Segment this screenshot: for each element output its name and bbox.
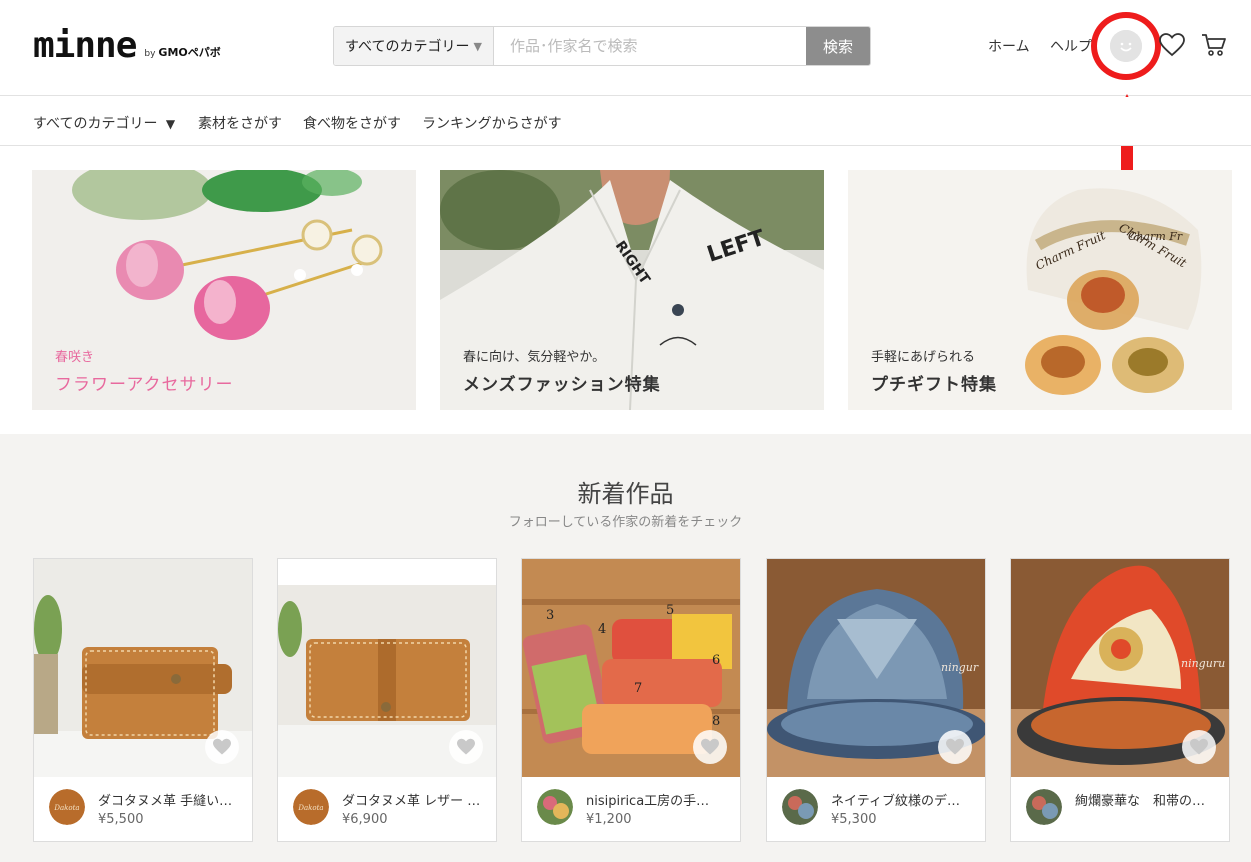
banner-subtitle: 春咲き (55, 350, 95, 365)
dropdown-triangle-icon: ▼ (473, 39, 482, 53)
svg-text:7: 7 (634, 681, 642, 696)
search-input[interactable] (494, 27, 806, 65)
svg-text:Dakota: Dakota (53, 804, 79, 812)
logo-text: minne (33, 25, 137, 66)
search-category-label: すべてのカテゴリー (345, 39, 470, 55)
product-price: ¥1,200 (586, 812, 632, 827)
catbar-materials[interactable]: 素材をさがす (198, 113, 282, 133)
svg-text:3: 3 (546, 608, 554, 623)
favorite-heart-icon[interactable] (1182, 730, 1216, 764)
seller-avatar[interactable] (537, 789, 573, 825)
catbar-all-categories[interactable]: すべてのカテゴリー ▼ (33, 113, 175, 133)
search-bar: すべてのカテゴリー ▼ 検索 (333, 26, 871, 66)
favorite-heart-icon[interactable] (693, 730, 727, 764)
catbar-food[interactable]: 食べ物をさがす (303, 113, 401, 133)
heart-icon[interactable] (1159, 33, 1185, 57)
category-bar: すべてのカテゴリー ▼ 素材をさがす 食べ物をさがす ランキングからさがす (0, 97, 1251, 146)
product-name[interactable]: ダコタヌメ革 手縫い… (98, 790, 238, 809)
svg-text:5: 5 (666, 603, 674, 618)
section-subtitle: フォローしている作家の新着をチェック (508, 515, 743, 530)
header: minne by GMOペパボ すべてのカテゴリー ▼ 検索 ホーム ヘルプ (0, 0, 1251, 96)
svg-text:Dakota: Dakota (297, 804, 323, 812)
product-card[interactable]: ninguru 絢爛豪華な 和帯の… (1010, 558, 1230, 842)
product-name[interactable]: nisipirica工房の手… (586, 790, 726, 809)
seller-avatar[interactable]: Dakota (49, 789, 85, 825)
banner-subtitle: 手軽にあげられる (871, 350, 976, 365)
product-name[interactable]: ダコタヌメ革 レザー … (342, 790, 482, 809)
seller-avatar[interactable]: Dakota (293, 789, 329, 825)
banner-mens-fashion[interactable]: LEFT RIGHT 春に向け、気分軽やか。 メンズファッション特集 (440, 170, 824, 410)
favorite-heart-icon[interactable] (449, 730, 483, 764)
svg-text:6: 6 (712, 653, 720, 668)
seller-avatar[interactable] (1026, 789, 1062, 825)
favorite-heart-icon[interactable] (938, 730, 972, 764)
nav-home-link[interactable]: ホーム (988, 36, 1030, 56)
product-card[interactable]: ningur ネイティブ紋様のデ… ¥5,300 (766, 558, 986, 842)
seller-avatar[interactable] (782, 789, 818, 825)
new-arrivals-section: 新着作品 フォローしている作家の新着をチェック Dakota ダコタヌメ革 手縫… (0, 434, 1251, 862)
logo-company: GMOペパボ (158, 46, 221, 59)
banner-title: フラワーアクセサリー (55, 375, 234, 395)
product-card[interactable]: 3 4 5 6 7 8 nisipirica工房の手… ¥1,200 (521, 558, 741, 842)
product-price: ¥5,500 (98, 812, 144, 827)
section-title: 新着作品 (577, 480, 674, 508)
dropdown-triangle-icon: ▼ (165, 117, 176, 131)
cart-icon[interactable] (1201, 33, 1227, 57)
search-button[interactable]: 検索 (806, 27, 870, 65)
product-price: ¥5,300 (831, 812, 877, 827)
brand-watermark: ningur (941, 661, 979, 674)
banner-subtitle: 春に向け、気分軽やか。 (463, 350, 606, 365)
search-category-select[interactable]: すべてのカテゴリー ▼ (334, 27, 494, 65)
favorite-heart-icon[interactable] (205, 730, 239, 764)
minne-logo[interactable]: minne by GMOペパボ (33, 28, 221, 64)
banner-title: メンズファッション特集 (463, 375, 661, 395)
nav-help-link[interactable]: ヘルプ (1050, 36, 1092, 56)
brand-watermark: ninguru (1181, 657, 1225, 670)
product-name[interactable]: 絢爛豪華な 和帯の… (1075, 790, 1215, 809)
logo-byline: by GMOペパボ (144, 44, 220, 60)
catbar-all-label: すべてのカテゴリー (33, 116, 158, 132)
gift-ribbon-text-3: Charm Fr (1128, 230, 1183, 243)
svg-text:8: 8 (712, 714, 720, 729)
product-card[interactable]: Dakota ダコタヌメ革 レザー … ¥6,900 (277, 558, 497, 842)
product-name[interactable]: ネイティブ紋様のデ… (831, 790, 971, 809)
banner-title: プチギフト特集 (871, 375, 997, 395)
highlight-circle (1091, 12, 1161, 80)
product-card[interactable]: Dakota ダコタヌメ革 手縫い… ¥5,500 (33, 558, 253, 842)
banner-petit-gift[interactable]: Charm Fruit Charm Fruit Charm Fr 手軽にあげられ… (848, 170, 1232, 410)
product-price: ¥6,900 (342, 812, 388, 827)
logo-by: by (144, 49, 156, 59)
catbar-ranking[interactable]: ランキングからさがす (422, 113, 562, 133)
banner-flower-accessory[interactable]: 春咲き フラワーアクセサリー (32, 170, 416, 410)
svg-text:4: 4 (598, 622, 606, 637)
